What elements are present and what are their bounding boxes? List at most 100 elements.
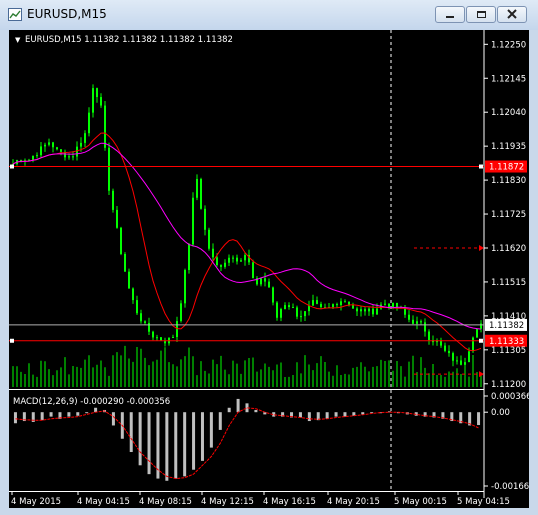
candle-body xyxy=(232,257,234,259)
close-icon xyxy=(507,9,517,19)
candle-body xyxy=(132,288,134,301)
candle-body xyxy=(332,304,334,308)
candle-body xyxy=(128,271,130,289)
macd-histogram-bar xyxy=(227,407,231,413)
candle-body xyxy=(196,178,198,198)
minimize-button[interactable] xyxy=(435,6,465,23)
order-arrow-icon xyxy=(479,244,484,251)
macd-histogram-bar xyxy=(165,412,169,481)
macd-histogram-bar xyxy=(361,412,365,415)
candle-body xyxy=(388,303,390,307)
candle-body xyxy=(420,321,422,323)
candle-body xyxy=(348,301,350,305)
line-price-label: 1.11872 xyxy=(489,163,524,173)
restore-button[interactable] xyxy=(466,6,496,23)
candle-body xyxy=(444,345,446,351)
price-tick-label: 1.11725 xyxy=(491,210,526,220)
candle-body xyxy=(208,229,210,249)
candle-body xyxy=(472,337,474,352)
price-tick-label: 1.12250 xyxy=(491,40,526,50)
candle-body xyxy=(88,112,90,134)
macd-histogram-bar xyxy=(40,412,44,421)
candle-body xyxy=(212,248,214,258)
slow-ma-line xyxy=(12,142,482,330)
time-tick-label: 4 May 2015 xyxy=(11,497,61,507)
candle-body xyxy=(452,353,454,361)
close-button[interactable] xyxy=(497,6,527,23)
candle-body xyxy=(468,351,470,363)
macd-header: MACD(12,26,9) -0.000290 -0.000356 xyxy=(13,397,170,407)
price-tick-label: 1.11305 xyxy=(491,346,526,356)
candle-body xyxy=(140,313,142,322)
line-anchor-handle[interactable] xyxy=(479,338,483,343)
candle-body xyxy=(476,328,478,338)
candle-body xyxy=(152,331,154,338)
line-anchor-handle[interactable] xyxy=(479,164,483,169)
candle-body xyxy=(260,278,262,285)
time-tick-label: 4 May 16:15 xyxy=(263,497,316,507)
candle-body xyxy=(124,253,126,272)
macd-histogram-bar xyxy=(325,412,329,419)
candle-body xyxy=(252,262,254,279)
chart-window-icon xyxy=(8,8,22,21)
candle-body xyxy=(188,244,190,270)
candle-body xyxy=(216,257,218,266)
price-tick-label: 1.11200 xyxy=(491,380,526,390)
title-bar[interactable]: EURUSD,M15 xyxy=(0,0,538,30)
candle-body xyxy=(364,309,366,312)
time-tick-label: 5 May 04:15 xyxy=(457,497,510,507)
candle-body xyxy=(112,190,114,210)
terminal-window: EURUSD,M15 1.11872 1.11333 1.11382 ▼ EURUSD… xyxy=(0,0,538,515)
candle-body xyxy=(72,156,74,158)
candle-body xyxy=(180,303,182,322)
candle-body xyxy=(392,302,394,307)
macd-histogram-bar xyxy=(192,412,196,470)
candle-body xyxy=(448,350,450,354)
candle-body xyxy=(36,155,38,157)
candle-body xyxy=(412,319,414,324)
candle-body xyxy=(244,255,246,261)
price-tick-label: 1.11935 xyxy=(491,142,526,152)
time-tick-label: 4 May 04:15 xyxy=(77,497,130,507)
candle-body xyxy=(160,337,162,341)
candle-body xyxy=(276,302,278,318)
macd-histogram-bar xyxy=(85,412,89,414)
candle-body xyxy=(416,321,418,324)
macd-histogram-bar xyxy=(13,412,17,424)
candle-body xyxy=(136,300,138,314)
candle-body xyxy=(184,269,186,304)
macd-histogram-bar xyxy=(94,407,98,413)
candle-body xyxy=(76,146,78,157)
macd-histogram-bar xyxy=(147,412,151,475)
price-tick-label: 1.11515 xyxy=(491,278,526,288)
candle-body xyxy=(316,300,318,304)
candle-body xyxy=(304,311,306,317)
macd-histogram-bar xyxy=(298,412,302,418)
macd-histogram-bar xyxy=(183,412,187,477)
candle-body xyxy=(356,308,358,312)
line-anchor-handle[interactable] xyxy=(10,164,14,169)
candle-body xyxy=(268,281,270,288)
candle-body xyxy=(372,308,374,315)
macd-histogram-bar xyxy=(174,412,178,479)
macd-histogram-bar xyxy=(334,412,338,417)
macd-histogram-bar xyxy=(67,412,71,417)
time-tick-label: 4 May 08:15 xyxy=(139,497,192,507)
chart-area[interactable]: 1.11872 1.11333 1.11382 ▼ EURUSD,M15 1.1138… xyxy=(9,30,529,508)
candle-body xyxy=(80,142,82,147)
candle-body xyxy=(344,301,346,303)
candle-body xyxy=(236,257,238,262)
candle-body xyxy=(20,160,22,162)
candle-body xyxy=(272,287,274,303)
macd-histogram-bar xyxy=(477,412,481,426)
line-anchor-handle[interactable] xyxy=(10,338,14,343)
candle-body xyxy=(368,308,370,312)
macd-tick-label: 0.00 xyxy=(491,408,510,418)
macd-histogram-bar xyxy=(111,412,115,426)
candle-body xyxy=(384,303,386,305)
candle-body xyxy=(460,360,462,365)
candle-body xyxy=(116,209,118,228)
candle-body xyxy=(68,156,70,158)
price-chart[interactable]: 1.118721.113331.11382 ▼ EURUSD,M15 1.1138… xyxy=(9,30,529,508)
candle-body xyxy=(156,337,158,339)
